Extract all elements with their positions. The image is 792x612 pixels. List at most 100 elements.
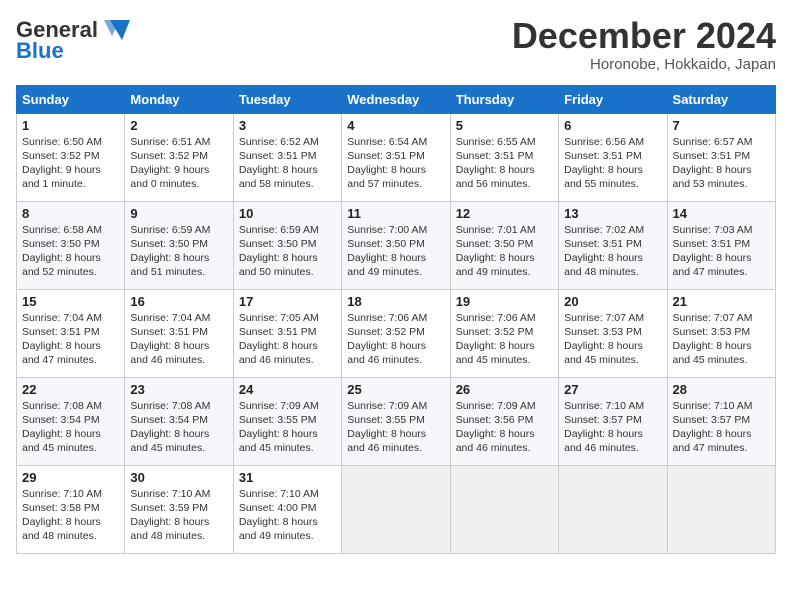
day-number: 10 [239,206,336,221]
day-info: Sunrise: 7:01 AM Sunset: 3:50 PM Dayligh… [456,223,553,280]
day-info: Sunrise: 6:51 AM Sunset: 3:52 PM Dayligh… [130,135,227,192]
calendar-day-16: 16 Sunrise: 7:04 AM Sunset: 3:51 PM Dayli… [125,289,233,377]
day-number: 22 [22,382,119,397]
day-info: Sunrise: 7:00 AM Sunset: 3:50 PM Dayligh… [347,223,444,280]
day-info: Sunrise: 7:03 AM Sunset: 3:51 PM Dayligh… [673,223,770,280]
calendar-day-31: 31Sunrise: 7:10 AM Sunset: 4:00 PM Dayli… [233,465,341,553]
day-number: 1 [22,118,119,133]
day-info: Sunrise: 7:10 AM Sunset: 3:59 PM Dayligh… [130,487,227,544]
calendar-day-19: 19 Sunrise: 7:06 AM Sunset: 3:52 PM Dayli… [450,289,558,377]
calendar-day-13: 13Sunrise: 7:02 AM Sunset: 3:51 PM Dayli… [559,201,667,289]
day-info: Sunrise: 7:06 AM Sunset: 3:52 PM Dayligh… [347,311,444,368]
day-info: Sunrise: 7:04 AM Sunset: 3:51 PM Dayligh… [22,311,119,368]
day-number: 20 [564,294,661,309]
day-number: 15 [22,294,119,309]
day-number: 31 [239,470,336,485]
title-block: December 2024 Horonobe, Hokkaido, Japan [512,16,776,73]
day-info: Sunrise: 6:59 AM Sunset: 3:50 PM Dayligh… [130,223,227,280]
day-info: Sunrise: 7:08 AM Sunset: 3:54 PM Dayligh… [130,399,227,456]
day-number: 14 [673,206,770,221]
day-header-thursday: Thursday [450,85,558,113]
page-header: General Blue December 2024 Horonobe, Hok… [16,16,776,73]
calendar-day-28: 28 Sunrise: 7:10 AM Sunset: 3:57 PM Dayli… [667,377,775,465]
day-number: 17 [239,294,336,309]
calendar-week-5: 29Sunrise: 7:10 AM Sunset: 3:58 PM Dayli… [17,465,776,553]
day-number: 3 [239,118,336,133]
day-header-friday: Friday [559,85,667,113]
day-header-saturday: Saturday [667,85,775,113]
day-number: 30 [130,470,227,485]
day-number: 16 [130,294,227,309]
calendar-day-12: 12 Sunrise: 7:01 AM Sunset: 3:50 PM Dayli… [450,201,558,289]
calendar-day-17: 17 Sunrise: 7:05 AM Sunset: 3:51 PM Dayli… [233,289,341,377]
day-info: Sunrise: 6:50 AM Sunset: 3:52 PM Dayligh… [22,135,119,192]
calendar-day-21: 21 Sunrise: 7:07 AM Sunset: 3:53 PM Dayli… [667,289,775,377]
calendar-day-1: 1 Sunrise: 6:50 AM Sunset: 3:52 PM Daylig… [17,113,125,201]
day-info: Sunrise: 6:54 AM Sunset: 3:51 PM Dayligh… [347,135,444,192]
calendar-day-20: 20 Sunrise: 7:07 AM Sunset: 3:53 PM Dayli… [559,289,667,377]
calendar-day-5: 5 Sunrise: 6:55 AM Sunset: 3:51 PM Daylig… [450,113,558,201]
day-number: 12 [456,206,553,221]
day-info: Sunrise: 7:04 AM Sunset: 3:51 PM Dayligh… [130,311,227,368]
day-header-sunday: Sunday [17,85,125,113]
calendar-day-24: 24Sunrise: 7:09 AM Sunset: 3:55 PM Dayli… [233,377,341,465]
day-info: Sunrise: 7:10 AM Sunset: 3:57 PM Dayligh… [564,399,661,456]
calendar-day-4: 4 Sunrise: 6:54 AM Sunset: 3:51 PM Daylig… [342,113,450,201]
day-number: 8 [22,206,119,221]
day-info: Sunrise: 7:09 AM Sunset: 3:56 PM Dayligh… [456,399,553,456]
calendar-day-6: 6Sunrise: 6:56 AM Sunset: 3:51 PM Daylig… [559,113,667,201]
day-number: 7 [673,118,770,133]
calendar-table: SundayMondayTuesdayWednesdayThursdayFrid… [16,85,776,554]
calendar-day-18: 18Sunrise: 7:06 AM Sunset: 3:52 PM Dayli… [342,289,450,377]
logo: General Blue [16,16,132,64]
calendar-day-9: 9 Sunrise: 6:59 AM Sunset: 3:50 PM Daylig… [125,201,233,289]
calendar-day-14: 14 Sunrise: 7:03 AM Sunset: 3:51 PM Dayli… [667,201,775,289]
month-title: December 2024 [512,16,776,56]
day-info: Sunrise: 7:02 AM Sunset: 3:51 PM Dayligh… [564,223,661,280]
day-number: 28 [673,382,770,397]
day-info: Sunrise: 7:07 AM Sunset: 3:53 PM Dayligh… [673,311,770,368]
calendar-week-4: 22 Sunrise: 7:08 AM Sunset: 3:54 PM Dayli… [17,377,776,465]
day-info: Sunrise: 7:10 AM Sunset: 3:57 PM Dayligh… [673,399,770,456]
day-info: Sunrise: 6:58 AM Sunset: 3:50 PM Dayligh… [22,223,119,280]
day-info: Sunrise: 7:07 AM Sunset: 3:53 PM Dayligh… [564,311,661,368]
day-info: Sunrise: 6:55 AM Sunset: 3:51 PM Dayligh… [456,135,553,192]
calendar-day-8: 8 Sunrise: 6:58 AM Sunset: 3:50 PM Daylig… [17,201,125,289]
calendar-day-15: 15 Sunrise: 7:04 AM Sunset: 3:51 PM Dayli… [17,289,125,377]
calendar-day-29: 29Sunrise: 7:10 AM Sunset: 3:58 PM Dayli… [17,465,125,553]
calendar-day-26: 26 Sunrise: 7:09 AM Sunset: 3:56 PM Dayli… [450,377,558,465]
logo-blue: Blue [16,38,64,64]
calendar-day-25: 25Sunrise: 7:09 AM Sunset: 3:55 PM Dayli… [342,377,450,465]
logo-icon [100,16,132,44]
day-number: 21 [673,294,770,309]
day-number: 11 [347,206,444,221]
day-header-monday: Monday [125,85,233,113]
day-number: 9 [130,206,227,221]
calendar-day-30: 30 Sunrise: 7:10 AM Sunset: 3:59 PM Dayli… [125,465,233,553]
day-info: Sunrise: 7:06 AM Sunset: 3:52 PM Dayligh… [456,311,553,368]
calendar-day-2: 2 Sunrise: 6:51 AM Sunset: 3:52 PM Daylig… [125,113,233,201]
day-number: 4 [347,118,444,133]
day-number: 2 [130,118,227,133]
calendar-week-2: 8 Sunrise: 6:58 AM Sunset: 3:50 PM Daylig… [17,201,776,289]
location: Horonobe, Hokkaido, Japan [512,56,776,73]
calendar-day-23: 23Sunrise: 7:08 AM Sunset: 3:54 PM Dayli… [125,377,233,465]
day-info: Sunrise: 6:52 AM Sunset: 3:51 PM Dayligh… [239,135,336,192]
calendar-week-3: 15 Sunrise: 7:04 AM Sunset: 3:51 PM Dayli… [17,289,776,377]
day-number: 29 [22,470,119,485]
day-number: 19 [456,294,553,309]
day-info: Sunrise: 6:59 AM Sunset: 3:50 PM Dayligh… [239,223,336,280]
empty-cell [342,465,450,553]
calendar-day-11: 11 Sunrise: 7:00 AM Sunset: 3:50 PM Dayli… [342,201,450,289]
empty-cell [450,465,558,553]
day-number: 26 [456,382,553,397]
day-info: Sunrise: 7:09 AM Sunset: 3:55 PM Dayligh… [347,399,444,456]
day-number: 27 [564,382,661,397]
day-number: 5 [456,118,553,133]
calendar-day-27: 27 Sunrise: 7:10 AM Sunset: 3:57 PM Dayli… [559,377,667,465]
calendar-header-row: SundayMondayTuesdayWednesdayThursdayFrid… [17,85,776,113]
calendar-day-22: 22Sunrise: 7:08 AM Sunset: 3:54 PM Dayli… [17,377,125,465]
day-header-wednesday: Wednesday [342,85,450,113]
day-info: Sunrise: 7:09 AM Sunset: 3:55 PM Dayligh… [239,399,336,456]
day-info: Sunrise: 7:05 AM Sunset: 3:51 PM Dayligh… [239,311,336,368]
